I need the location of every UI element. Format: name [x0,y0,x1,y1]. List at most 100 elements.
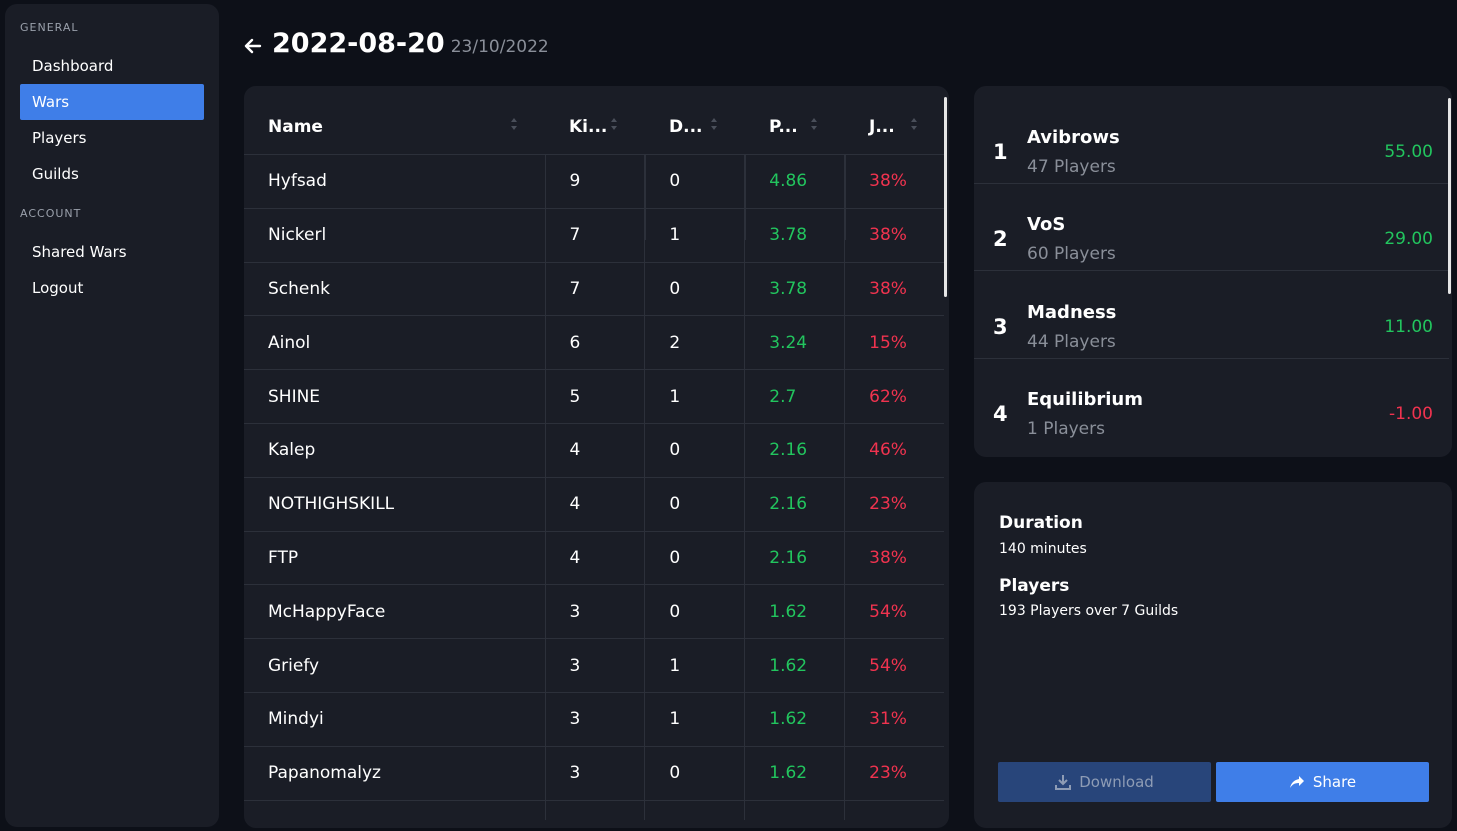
guild-score: 55.00 [1384,142,1433,162]
players-value: 193 Players over 7 Guilds [999,603,1179,619]
cell-deaths: 1 [644,639,744,692]
table-row[interactable]: Papanomalyz 3 0 1.62 23% [244,745,944,800]
duration-value: 140 minutes [999,541,1087,557]
cell-deaths: 0 [644,155,744,208]
rank-number: 4 [993,402,1008,426]
cell-deaths: 1 [644,208,744,262]
table-row[interactable]: McHappyFace 3 0 1.62 54% [244,584,944,639]
table-row[interactable]: FTP 4 0 2.16 38% [244,530,944,585]
list-item[interactable]: 1 Avibrows 47 Players 55.00 [974,97,1449,184]
cell-empty [544,800,645,820]
cell-points: 3.78 [744,208,844,262]
cell-empty [744,800,844,820]
cell-kills: 3 [544,692,645,746]
share-label: Share [1312,773,1357,791]
cell-points: 2.7 [744,370,844,423]
sidebar-item-wars[interactable]: Wars [20,84,204,120]
table-row[interactable]: Ainol 6 2 3.24 15% [244,315,944,370]
cell-points: 1.62 [744,746,844,800]
table-row[interactable]: Schenk 7 0 3.78 38% [244,261,944,316]
cell-kills: 4 [544,423,645,477]
table-row-partial [244,799,944,820]
cell-points: 2.16 [744,423,844,477]
sort-icon[interactable] [710,117,718,131]
cell-kills: 7 [544,208,645,262]
cell-points: 4.86 [744,155,844,208]
sort-icon[interactable] [510,117,518,131]
cell-deaths: 0 [644,262,744,316]
cell-name: Schenk [268,278,330,299]
cell-empty [244,801,545,820]
cell-deaths: 2 [644,316,744,370]
cell-kills: 6 [544,316,645,370]
table-row[interactable]: Mindyi 3 1 1.62 31% [244,691,944,746]
cell-name: Nickerl [268,225,327,246]
section-label-general: GENERAL [20,21,79,34]
table-row[interactable]: NOTHIGHSKILL 4 0 2.16 23% [244,476,944,531]
rank-number: 2 [993,227,1008,251]
cell-points: 1.62 [744,639,844,692]
war-info-card: Duration 140 minutes Players 193 Players… [974,482,1452,828]
table-row[interactable]: Kalep 4 0 2.16 46% [244,422,944,477]
page-title: 2022-08-20 [272,28,445,59]
sidebar-item-players[interactable]: Players [20,120,204,156]
sort-icon[interactable] [610,117,618,131]
cell-j: 15% [844,316,944,370]
table-row[interactable]: Griefy 3 1 1.62 54% [244,638,944,692]
sidebar-item-logout[interactable]: Logout [20,270,204,306]
download-label: Download [1079,773,1154,791]
table-row[interactable]: SHINE 5 1 2.7 62% [244,369,944,423]
share-icon [1289,776,1304,788]
guild-player-count: 60 Players [1027,244,1116,264]
sidebar-item-dashboard[interactable]: Dashboard [20,48,204,84]
cell-points: 2.16 [744,477,844,531]
cell-j: 62% [844,370,944,423]
page-subtitle-date: 23/10/2022 [450,37,549,57]
cell-kills: 9 [544,155,645,208]
guild-score: 11.00 [1384,317,1433,337]
cell-name: Ainol [268,332,311,353]
table-header: Name Ki... D... P... J... [244,86,944,156]
cell-kills: 7 [544,262,645,316]
guild-name: Madness [1027,302,1117,323]
cell-name: NOTHIGHSKILL [268,494,395,515]
cell-j: 38% [844,262,944,316]
table-row[interactable]: Nickerl 7 1 3.78 38% [244,207,944,262]
sort-icon[interactable] [910,117,918,131]
sidebar-item-guilds[interactable]: Guilds [20,156,204,192]
cell-j: 38% [844,155,944,208]
list-item[interactable]: 3 Madness 44 Players 11.00 [974,272,1449,359]
cell-j: 23% [844,746,944,800]
guild-player-count: 47 Players [1027,157,1116,177]
cell-points: 2.16 [744,531,844,585]
sort-icon[interactable] [810,117,818,131]
cell-kills: 3 [544,639,645,692]
cell-deaths: 0 [644,585,744,639]
arrow-left-icon[interactable] [243,36,263,56]
download-icon [1055,775,1072,790]
list-item[interactable]: 4 Equilibrium 1 Players -1.00 [974,359,1449,446]
download-button[interactable]: Download [998,762,1211,802]
guild-name: Avibrows [1027,127,1120,148]
guild-score: 29.00 [1384,229,1433,249]
cell-points: 3.78 [744,262,844,316]
ranking-scrollbar[interactable] [1448,98,1451,294]
rank-number: 3 [993,315,1008,339]
cell-empty [644,800,744,820]
cell-name: Hyfsad [268,171,327,192]
cell-name: Griefy [268,655,320,676]
cell-kills: 5 [544,370,645,423]
table-row[interactable]: Hyfsad 9 0 4.86 38% [244,154,944,208]
list-item[interactable]: 2 VoS 60 Players 29.00 [974,184,1449,271]
cell-kills: 3 [544,585,645,639]
page-header: 2022-08-20 23/10/2022 [243,28,549,64]
guild-name: VoS [1027,214,1066,235]
cell-j: 54% [844,639,944,692]
table-scrollbar[interactable] [944,97,947,297]
cell-name: Mindyi [268,709,324,730]
cell-points: 3.24 [744,316,844,370]
sidebar-item-shared-wars[interactable]: Shared Wars [20,234,204,270]
cell-kills: 4 [544,477,645,531]
players-label: Players [999,576,1070,596]
share-button[interactable]: Share [1216,762,1429,802]
